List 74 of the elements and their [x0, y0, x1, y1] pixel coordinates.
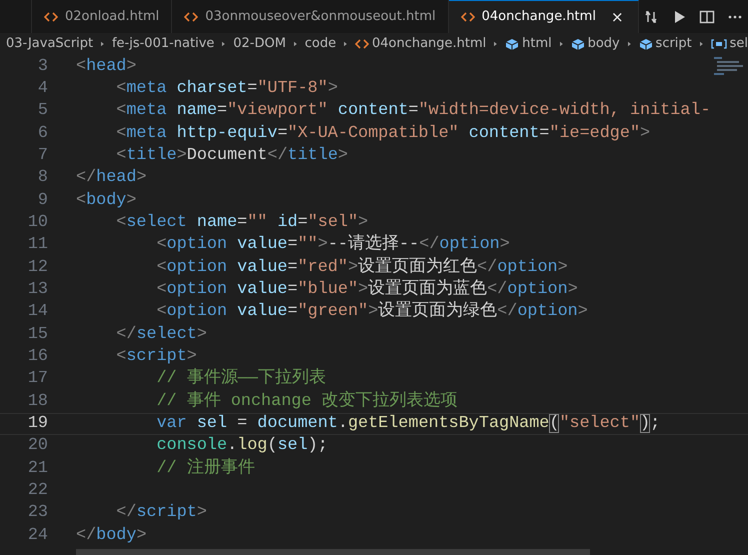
code-line: </head> — [76, 167, 147, 190]
chevron-icon — [222, 40, 226, 48]
line-number: 17 — [26, 368, 48, 390]
line-number: 11 — [26, 234, 48, 256]
minimap-drawing — [714, 57, 744, 75]
breadcrumb-item[interactable]: fe-js-001-native — [112, 34, 214, 54]
line-number: 20 — [26, 435, 48, 458]
editor-tab[interactable]: 04onchange.html × — [448, 0, 639, 33]
split-editor-icon[interactable] — [698, 8, 715, 24]
line-number: 23 — [26, 502, 48, 524]
line-number: 3 — [36, 56, 48, 78]
code-line: // 事件 onchange 改变下拉列表选项 — [156, 390, 458, 413]
line-number: 15 — [26, 324, 48, 346]
code-line: </body> — [76, 524, 147, 547]
code-line: <option value="">--请选择--</option> — [156, 233, 510, 256]
code-line: <option value="green">设置页面为绿色</option> — [156, 300, 588, 324]
line-number: 9 — [36, 190, 48, 212]
breadcrumb-item[interactable]: 03-JavaScript — [6, 34, 94, 54]
chevron-icon — [700, 40, 703, 48]
code-line: <title>Document</title> — [115, 144, 348, 167]
code-line: <meta http-equiv="X-UA-Compatible" content="ie=edge"> — [115, 122, 650, 145]
line-number: 24 — [26, 524, 48, 547]
code-line: <head> — [76, 56, 136, 78]
chevron-icon — [560, 40, 563, 48]
code-line: <select name="" id="sel"> — [115, 212, 368, 234]
chevron-icon — [101, 40, 104, 48]
breadcrumb-item[interactable]: sel — [710, 34, 748, 54]
breadcrumb-item[interactable]: script — [638, 34, 692, 54]
breadcrumb-item[interactable]: code — [304, 34, 336, 54]
line-number: 8 — [36, 167, 48, 190]
code-line: <meta charset="UTF-8"> — [115, 78, 338, 100]
line-number: 18 — [26, 390, 48, 413]
variable-icon — [710, 38, 727, 50]
code-line: <body> — [76, 190, 136, 212]
code-line: console.log(sel); — [156, 435, 328, 458]
chevron-icon — [294, 40, 297, 48]
code-line: </select> — [115, 324, 207, 346]
code-line: <option value="blue">设置页面为蓝色</option> — [156, 278, 578, 301]
close-button[interactable]: × — [608, 6, 626, 28]
breadcrumb-item[interactable]: 04onchange.html — [354, 34, 486, 54]
line-number: 4 — [36, 78, 48, 100]
line-number: 16 — [26, 346, 48, 368]
cube-icon — [505, 38, 520, 50]
chevron-icon — [344, 40, 347, 48]
line-number: 6 — [36, 122, 48, 145]
breadcrumb-item[interactable]: 02-DOM — [233, 34, 286, 54]
breadcrumb-item[interactable]: html — [505, 34, 552, 54]
line-number: 19 — [26, 413, 48, 436]
chevron-icon — [628, 40, 631, 48]
horizontal-scrollbar[interactable] — [76, 549, 590, 555]
chevron-icon — [494, 40, 498, 48]
line-number: 21 — [26, 458, 48, 480]
code-line: // 事件源——下拉列表 — [156, 367, 326, 390]
compare-changes-icon[interactable] — [642, 8, 659, 24]
code-line: </script> — [115, 502, 207, 524]
line-number: 10 — [26, 212, 48, 234]
cube-icon — [638, 38, 653, 50]
code-file-icon — [460, 11, 475, 23]
line-number: 14 — [26, 301, 48, 324]
code-file-icon — [184, 10, 198, 22]
code-file-icon — [354, 38, 369, 50]
line-number: 13 — [26, 279, 48, 302]
line-number: 12 — [26, 256, 48, 279]
code-line: <script> — [115, 346, 197, 368]
line-number: 5 — [36, 100, 48, 122]
line-number: 7 — [36, 144, 48, 167]
cube-icon — [570, 38, 585, 50]
code-file-icon — [44, 10, 58, 22]
code-line: <meta name="viewport" content="width=device-width, initial- — [115, 100, 711, 122]
code-line: var sel = document.getElementsByTagName("select"); — [156, 413, 660, 436]
code-line: <option value="red">设置页面为红色</option> — [156, 256, 568, 279]
code-line: // 注册事件 — [156, 456, 255, 480]
line-number: 22 — [26, 480, 48, 502]
breadcrumb-item[interactable]: body — [570, 34, 620, 54]
